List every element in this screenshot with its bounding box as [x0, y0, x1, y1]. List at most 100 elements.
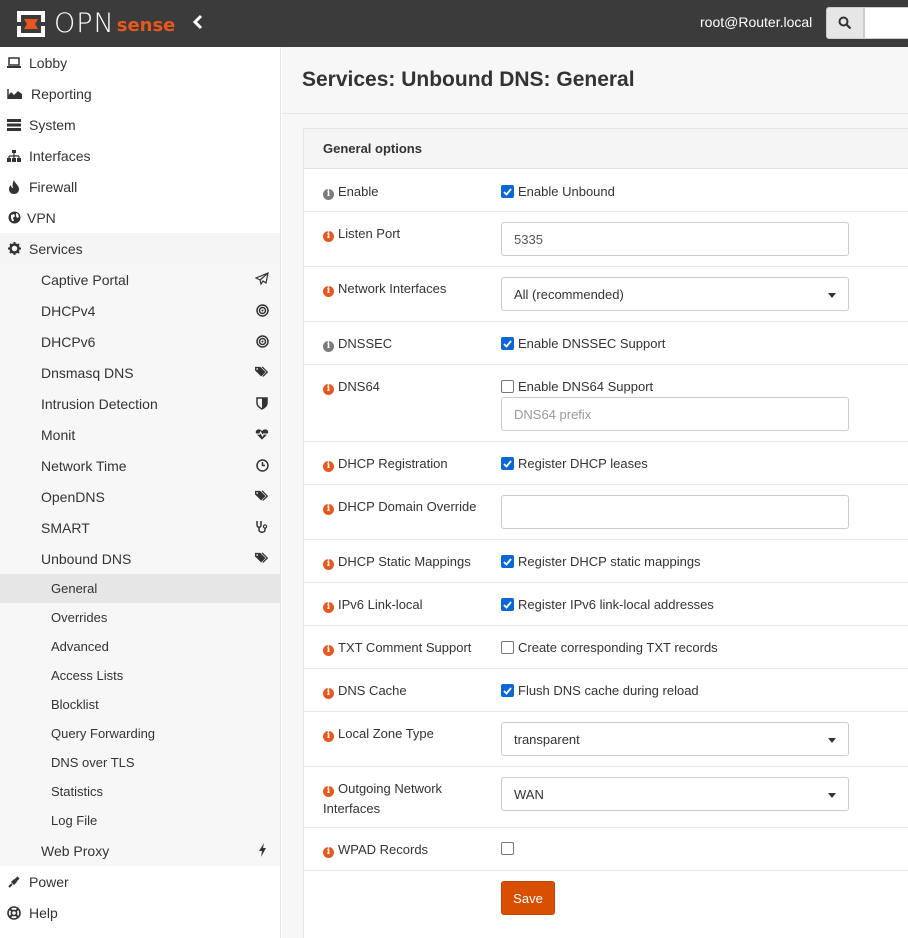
sidebar-subitem-overrides[interactable]: Overrides [0, 603, 280, 632]
info-icon[interactable]: i [323, 645, 334, 656]
sidebar-subitem-access-lists[interactable]: Access Lists [0, 661, 280, 690]
sidebar-item-network-time[interactable]: Network Time [0, 450, 280, 481]
listen-port-input[interactable]: 5335 [501, 222, 849, 256]
sidebar-subitem-dns-over-tls[interactable]: DNS over TLS [0, 748, 280, 777]
checkbox-checked[interactable] [501, 555, 514, 568]
dns64-checkbox[interactable]: Enable DNS64 Support [501, 379, 653, 394]
checkbox-checked[interactable] [501, 598, 514, 611]
life-ring-icon [6, 905, 22, 921]
dhcp-static-checkbox[interactable]: Register DHCP static mappings [501, 554, 701, 569]
tags-icon [255, 489, 269, 503]
checkbox-checked[interactable] [501, 185, 514, 198]
ipv6-link-local-checkbox[interactable]: Register IPv6 link-local addresses [501, 597, 714, 612]
shield-icon [255, 396, 269, 410]
info-icon[interactable]: i [323, 688, 334, 699]
dhcp-static-row: i DHCP Static Mappings Register DHCP stat… [304, 540, 908, 583]
info-icon[interactable]: i [323, 341, 334, 352]
info-icon[interactable]: i [323, 231, 334, 242]
opnsense-logo[interactable]: OPN sense [14, 8, 175, 39]
dhcp-domain-override-input[interactable] [501, 495, 849, 529]
sidebar-item-web-proxy[interactable]: Web Proxy [0, 835, 280, 866]
save-button[interactable]: Save [501, 881, 555, 915]
save-row: Save [304, 871, 908, 926]
sidebar-item-dnsmasq-dns[interactable]: Dnsmasq DNS [0, 357, 280, 388]
dhcp-registration-label: i DHCP Registration [323, 454, 488, 474]
sidebar-item-interfaces[interactable]: Interfaces [0, 140, 280, 171]
search-button[interactable] [826, 7, 864, 39]
field-label-text: Listen Port [338, 226, 401, 241]
sidebar-item-dhcpv6[interactable]: DHCPv6 [0, 326, 280, 357]
enable-label: i Enable [323, 182, 488, 202]
txt-comment-checkbox[interactable]: Create corresponding TXT records [501, 640, 718, 655]
sidebar-item-services[interactable]: Services [0, 233, 280, 264]
bolt-icon [255, 843, 269, 857]
sidebar-item-label: Dnsmasq DNS [41, 364, 134, 381]
user-menu[interactable]: root@Router.local [700, 14, 812, 30]
globe-icon [6, 210, 22, 226]
info-icon[interactable]: i [323, 189, 334, 200]
network-interfaces-select[interactable]: All (recommended) [501, 277, 849, 311]
sidebar-subitem-blocklist[interactable]: Blocklist [0, 690, 280, 719]
wpad-checkbox[interactable] [501, 842, 518, 855]
sidebar-item-label: Web Proxy [41, 842, 110, 859]
info-icon[interactable]: i [323, 286, 334, 297]
info-icon[interactable]: i [323, 559, 334, 570]
txt-comment-label: i TXT Comment Support [323, 638, 488, 658]
field-label-text: DNSSEC [338, 336, 393, 351]
sidebar-item-label: Firewall [29, 178, 78, 195]
sidebar: Lobby Reporting System Interfaces Firewa… [0, 47, 281, 938]
sidebar-item-system[interactable]: System [0, 109, 280, 140]
checkbox-checked[interactable] [501, 457, 514, 470]
sidebar-item-firewall[interactable]: Firewall [0, 171, 280, 202]
dhcp-registration-checkbox[interactable]: Register DHCP leases [501, 456, 648, 471]
sidebar-item-label: Captive Portal [41, 271, 129, 288]
checkbox-label: Create corresponding TXT records [518, 640, 718, 655]
dnssec-row: i DNSSEC Enable DNSSEC Support [304, 322, 908, 365]
sidebar-subitem-query-forwarding[interactable]: Query Forwarding [0, 719, 280, 748]
sidebar-item-smart[interactable]: SMART [0, 512, 280, 543]
info-icon[interactable]: i [323, 504, 334, 515]
info-icon[interactable]: i [323, 731, 334, 742]
info-icon[interactable]: i [323, 847, 334, 858]
sidebar-item-opendns[interactable]: OpenDNS [0, 481, 280, 512]
search-input[interactable] [864, 7, 908, 39]
info-icon[interactable]: i [323, 602, 334, 613]
dnssec-checkbox[interactable]: Enable DNSSEC Support [501, 336, 665, 351]
sidebar-item-help[interactable]: Help [0, 897, 280, 928]
sidebar-item-vpn[interactable]: VPN [0, 202, 280, 233]
checkbox-unchecked[interactable] [501, 641, 514, 654]
sidebar-item-intrusion-detection[interactable]: Intrusion Detection [0, 388, 280, 419]
area-chart-icon [6, 86, 22, 102]
sidebar-item-lobby[interactable]: Lobby [0, 47, 280, 78]
info-icon[interactable]: i [323, 384, 334, 395]
main-content: Services: Unbound DNS: General General o… [282, 47, 908, 938]
field-label-text: DNS Cache [338, 683, 407, 698]
sidebar-collapse-button[interactable] [192, 14, 204, 35]
dns-cache-checkbox[interactable]: Flush DNS cache during reload [501, 683, 699, 698]
sidebar-item-reporting[interactable]: Reporting [0, 78, 280, 109]
outgoing-interfaces-select[interactable]: WAN [501, 777, 849, 811]
sidebar-subitem-log-file[interactable]: Log File [0, 806, 280, 835]
sidebar-subitem-general[interactable]: General [0, 574, 280, 603]
sidebar-subitem-statistics[interactable]: Statistics [0, 777, 280, 806]
checkbox-unchecked[interactable] [501, 842, 514, 855]
sidebar-item-unbound-dns[interactable]: Unbound DNS [0, 543, 280, 574]
checkbox-unchecked[interactable] [501, 380, 514, 393]
sidebar-item-monit[interactable]: Monit [0, 419, 280, 450]
dns64-prefix-input[interactable]: DNS64 prefix [501, 397, 849, 431]
plug-icon [6, 874, 22, 890]
sidebar-subitem-advanced[interactable]: Advanced [0, 632, 280, 661]
enable-checkbox[interactable]: Enable Unbound [501, 184, 615, 199]
network-interfaces-row: i Network Interfaces All (recommended) [304, 267, 908, 322]
sidebar-item-power[interactable]: Power [0, 866, 280, 897]
local-zone-type-select[interactable]: transparent [501, 722, 849, 756]
caret-down-icon [828, 293, 836, 298]
sidebar-item-captive-portal[interactable]: Captive Portal [0, 264, 280, 295]
info-icon[interactable]: i [323, 461, 334, 472]
stethoscope-icon [255, 520, 269, 534]
checkbox-checked[interactable] [501, 337, 514, 350]
checkbox-label: Register IPv6 link-local addresses [518, 597, 714, 612]
sidebar-item-dhcpv4[interactable]: DHCPv4 [0, 295, 280, 326]
checkbox-checked[interactable] [501, 684, 514, 697]
info-icon[interactable]: i [323, 786, 334, 797]
